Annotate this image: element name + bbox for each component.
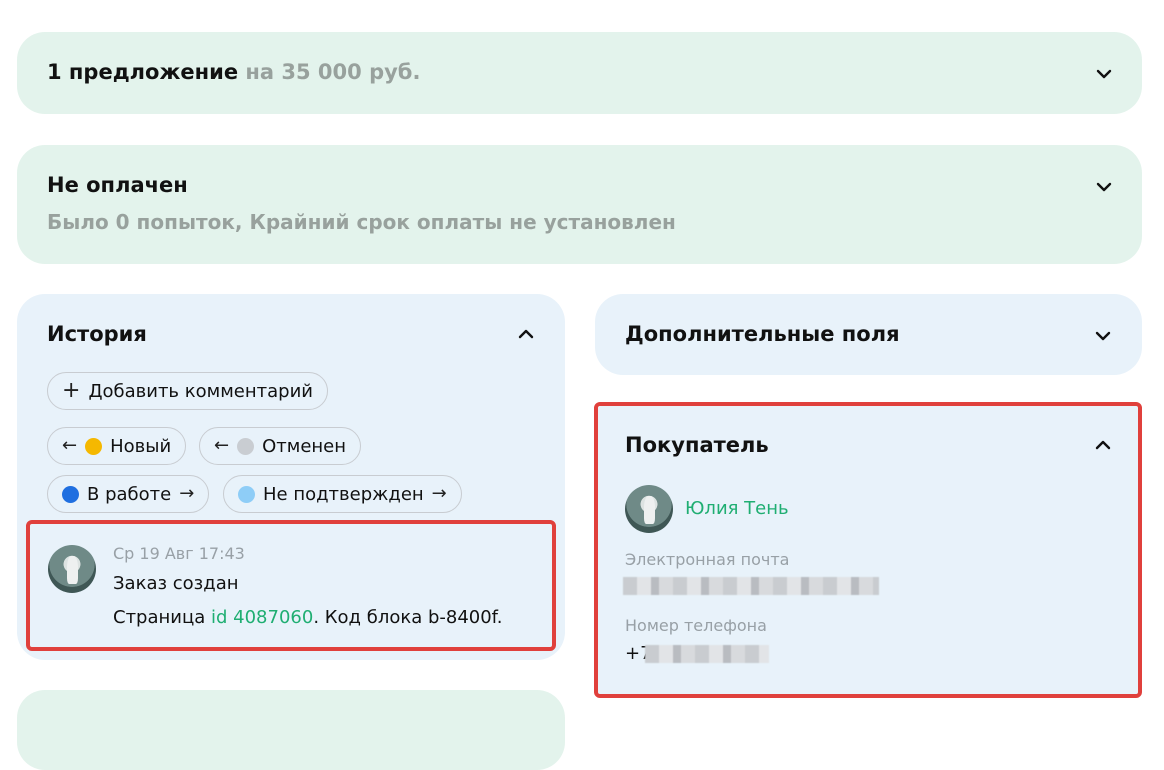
add-comment-label: Добавить комментарий [88, 380, 313, 402]
status-button-in-progress[interactable]: В работе → [47, 475, 210, 513]
buyer-card-highlight [594, 402, 1142, 698]
arrow-left-icon: ← [214, 435, 230, 456]
status-dot-icon [85, 437, 103, 455]
chevron-down-icon[interactable] [1095, 68, 1113, 80]
add-comment-button[interactable]: + Добавить комментарий [47, 372, 328, 410]
arrow-right-icon: → [431, 483, 447, 504]
payment-status: Не оплачен [47, 173, 188, 197]
status-button-cancelled[interactable]: ← Отменен [199, 427, 362, 465]
offers-amount: на 35 000 руб. [245, 60, 421, 84]
status-label: Не подтвержден [263, 483, 424, 505]
payment-details: Было 0 попыток, Крайний срок оплаты не у… [47, 210, 676, 234]
chevron-down-icon[interactable] [1095, 181, 1113, 193]
payment-card[interactable]: Не оплачен Было 0 попыток, Крайний срок … [17, 145, 1142, 264]
extra-fields-card[interactable]: Дополнительные поля [595, 294, 1142, 375]
status-dot-icon [238, 485, 255, 503]
status-button-unconfirmed[interactable]: Не подтвержден → [223, 475, 462, 513]
arrow-left-icon: ← [62, 435, 78, 456]
chevron-up-icon[interactable] [517, 328, 535, 340]
offers-card[interactable]: 1 предложение на 35 000 руб. [17, 32, 1142, 114]
extra-fields-title: Дополнительные поля [625, 322, 900, 346]
chevron-down-icon[interactable] [1094, 330, 1112, 342]
status-label: Отменен [262, 435, 347, 457]
status-dot-icon [237, 437, 255, 455]
plus-icon: + [62, 378, 81, 403]
offers-count: 1 предложение [47, 60, 239, 84]
history-title: История [47, 322, 147, 346]
next-card-partial [17, 690, 565, 770]
history-entry-highlight [26, 520, 556, 651]
offers-summary: 1 предложение на 35 000 руб. [47, 60, 420, 84]
status-button-new[interactable]: ← Новый [47, 427, 187, 465]
arrow-right-icon: → [179, 483, 195, 504]
status-label: Новый [110, 435, 172, 457]
status-dot-icon [62, 485, 79, 503]
status-label: В работе [87, 483, 172, 505]
